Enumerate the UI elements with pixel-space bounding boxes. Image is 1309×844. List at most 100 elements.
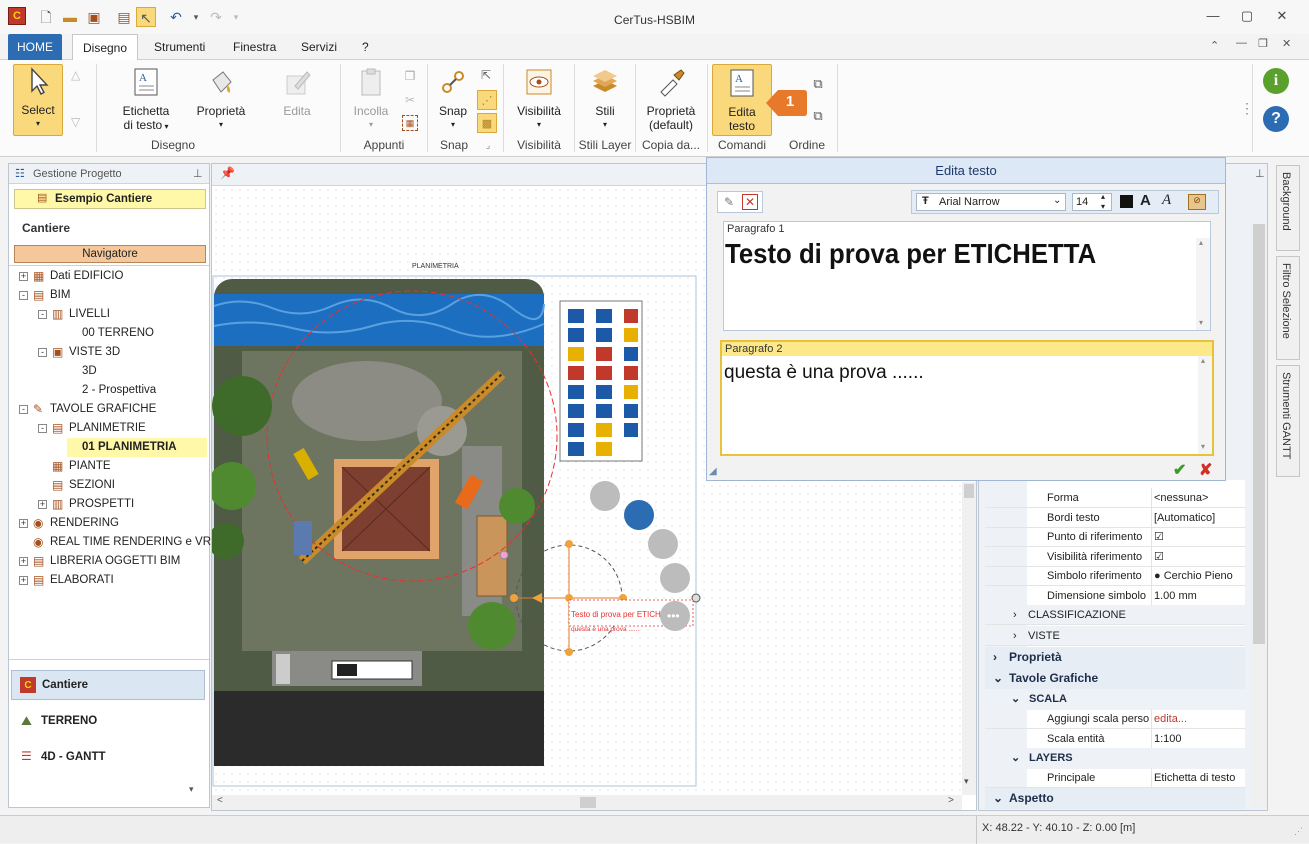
redo-icon[interactable]: ↷ bbox=[206, 7, 226, 27]
tab-disegno[interactable]: Disegno bbox=[72, 34, 138, 61]
snap-button[interactable]: Snap ▾ bbox=[432, 66, 474, 132]
minimize-button[interactable]: — bbox=[1201, 8, 1225, 28]
scroll-thumb[interactable] bbox=[964, 484, 974, 498]
tree-item[interactable]: - ▤ PLANIMETRIE bbox=[9, 419, 207, 438]
collapse-icon[interactable]: - bbox=[38, 310, 47, 319]
tree-item[interactable]: ▦ PIANTE bbox=[9, 457, 207, 476]
paragraph-2-text[interactable]: questa è una prova ...... bbox=[724, 362, 924, 384]
pin-icon[interactable]: ⊥ bbox=[193, 167, 203, 180]
vertical-scrollbar[interactable]: ▾ bbox=[962, 482, 976, 795]
props-scrollbar[interactable] bbox=[1251, 224, 1267, 808]
side-tab-background[interactable]: Background bbox=[1276, 165, 1300, 251]
layers-section[interactable]: ⌄ LAYERS bbox=[985, 748, 1245, 769]
app-logo-icon[interactable]: C bbox=[8, 7, 26, 25]
new-file-icon[interactable]: 🗋 bbox=[36, 7, 56, 27]
tab-finestra[interactable]: Finestra bbox=[225, 34, 284, 60]
property-row[interactable]: Aggiungi scala personalizzataedita... bbox=[985, 709, 1245, 729]
tab-strumenti[interactable]: Strumenti bbox=[146, 34, 213, 60]
tree-item[interactable]: 3D bbox=[9, 362, 207, 381]
expand-icon[interactable]: + bbox=[19, 519, 28, 528]
close-button[interactable]: ✕ bbox=[1270, 8, 1294, 28]
group-launcher-icon[interactable]: ⌟ bbox=[486, 140, 490, 151]
side-tab-gantt[interactable]: Strumenti GANTT bbox=[1276, 365, 1300, 477]
redo-dropdown-icon[interactable]: ▾ bbox=[226, 7, 246, 27]
select-button[interactable]: Select ▾ bbox=[13, 64, 63, 136]
paragraph-1-box[interactable]: Paragrafo 1 Testo di prova per ETICHETTA… bbox=[723, 221, 1211, 331]
snap-grid-icon[interactable]: ▩ bbox=[477, 113, 497, 133]
aspetto-section[interactable]: ⌄ Aspetto bbox=[985, 787, 1245, 809]
incolla-button[interactable]: Incolla ▾ bbox=[346, 66, 396, 132]
confirm-check-icon[interactable]: ✔ bbox=[1173, 460, 1186, 480]
property-row[interactable]: Bordi testo [Automatico] bbox=[985, 507, 1245, 528]
select-pointer-icon[interactable]: ↖ bbox=[136, 7, 156, 27]
property-value[interactable]: 1.00 mm bbox=[1151, 585, 1245, 606]
size-spinner-icon[interactable]: ▴ ▾ bbox=[1101, 192, 1105, 212]
size-grip-icon[interactable]: ⋰ bbox=[1294, 826, 1303, 837]
cut-icon[interactable]: ✂ bbox=[402, 92, 418, 108]
side-tab-filtro[interactable]: Filtro Selezione bbox=[1276, 256, 1300, 360]
panel-more-icon[interactable]: ▾ bbox=[189, 784, 194, 795]
paragraph-1-text[interactable]: Testo di prova per ETICHETTA bbox=[725, 238, 1157, 330]
paste-special-icon[interactable]: ▦ bbox=[402, 115, 418, 131]
property-value[interactable]: 1:100 bbox=[1151, 728, 1245, 749]
tree-item[interactable]: + ▤ ELABORATI bbox=[9, 571, 207, 590]
proprieta-section[interactable]: › Proprietà bbox=[985, 647, 1245, 668]
collapse-icon[interactable]: - bbox=[38, 424, 47, 433]
nav-cantiere[interactable]: C Cantiere bbox=[11, 670, 205, 700]
tab-home[interactable]: HOME bbox=[8, 34, 62, 60]
edita-testo-button[interactable]: A Edita testo bbox=[712, 64, 772, 136]
project-item[interactable]: ▤ Esempio Cantiere bbox=[14, 189, 206, 209]
tree-item[interactable]: 01 PLANIMETRIA bbox=[67, 438, 207, 457]
label-line-2[interactable]: questa è una prova ...... bbox=[571, 626, 639, 633]
property-value[interactable]: [Automatico] bbox=[1151, 507, 1245, 528]
font-select[interactable]: Ŧ Arial Narrow ⌄ bbox=[916, 193, 1066, 211]
text-background-icon[interactable]: ⊘ bbox=[1188, 194, 1206, 210]
property-row[interactable]: Principale Etichetta di testo bbox=[985, 768, 1245, 788]
nav-gantt[interactable]: ☰ 4D - GANTT bbox=[11, 744, 205, 772]
horizontal-scrollbar[interactable]: < > bbox=[212, 795, 962, 810]
p2-scrollbar[interactable]: ▴ ▾ bbox=[1198, 356, 1212, 454]
tree-item[interactable]: + ◉ RENDERING bbox=[9, 514, 207, 533]
etichetta-button[interactable]: A Etichetta di testo ▾ bbox=[116, 66, 176, 134]
scroll-down-icon[interactable]: ▾ bbox=[964, 776, 969, 787]
collapse-icon[interactable]: - bbox=[19, 291, 28, 300]
expand-icon[interactable]: + bbox=[19, 272, 28, 281]
property-row[interactable]: Forma <nessuna> bbox=[985, 488, 1245, 508]
delete-paragraph-icon[interactable]: ✕ bbox=[742, 194, 758, 210]
snap-ortho-icon[interactable]: ⋰ bbox=[477, 90, 497, 110]
hscroll-thumb[interactable] bbox=[580, 797, 596, 808]
copy-icon[interactable]: ❐ bbox=[402, 68, 418, 84]
scroll-right-icon[interactable]: > bbox=[948, 795, 954, 806]
edita-button[interactable]: Edita bbox=[270, 66, 324, 118]
bold-icon[interactable]: A bbox=[1140, 192, 1151, 209]
mdi-restore-icon[interactable]: ❐ bbox=[1258, 37, 1268, 50]
maximize-button[interactable]: ▢ bbox=[1235, 8, 1259, 28]
snap-corner-icon[interactable]: ⇱ bbox=[477, 66, 495, 84]
text-color-swatch[interactable] bbox=[1120, 195, 1133, 208]
italic-icon[interactable]: A bbox=[1162, 192, 1171, 209]
property-row[interactable]: Punto di riferimento ☑ bbox=[985, 527, 1245, 547]
info-icon[interactable]: i bbox=[1263, 68, 1289, 94]
paragraph-2-box[interactable]: Paragrafo 2 questa è una prova ...... ▴ ▾ bbox=[720, 340, 1214, 456]
props-pin-icon[interactable]: ⊥ bbox=[1255, 167, 1265, 180]
property-row[interactable]: Visibilità riferimento ☑ bbox=[985, 546, 1245, 567]
undo-dropdown-icon[interactable]: ▾ bbox=[186, 7, 206, 27]
up-arrow-icon[interactable]: △ bbox=[71, 68, 80, 82]
undo-icon[interactable]: ↶ bbox=[166, 7, 186, 27]
save-icon[interactable]: ▣ bbox=[84, 7, 104, 27]
visibilita-button[interactable]: Visibilità ▾ bbox=[510, 66, 568, 132]
expand-icon[interactable]: + bbox=[19, 576, 28, 585]
property-row[interactable]: Scala entità 1:100 bbox=[985, 728, 1245, 749]
property-value[interactable]: Etichetta di testo bbox=[1151, 768, 1245, 788]
label-line-1[interactable]: Testo di prova per ETICH bbox=[571, 610, 661, 619]
tree-item[interactable]: - ▣ VISTE 3D bbox=[9, 343, 207, 362]
nav-terreno[interactable]: ⛰ TERRENO bbox=[11, 708, 205, 736]
send-back-icon[interactable]: ⧉ bbox=[808, 106, 828, 126]
classificazione-section[interactable]: › CLASSIFICAZIONE bbox=[985, 605, 1245, 625]
props-scroll-thumb[interactable] bbox=[1253, 224, 1265, 644]
tree-item[interactable]: - ▥ LIVELLI bbox=[9, 305, 207, 324]
tree-item[interactable]: + ▥ PROSPETTI bbox=[9, 495, 207, 514]
property-value[interactable]: edita... bbox=[1151, 709, 1245, 729]
font-size-input[interactable]: 14 ▴ ▾ bbox=[1072, 192, 1112, 212]
property-value[interactable]: ☑ bbox=[1151, 546, 1245, 567]
